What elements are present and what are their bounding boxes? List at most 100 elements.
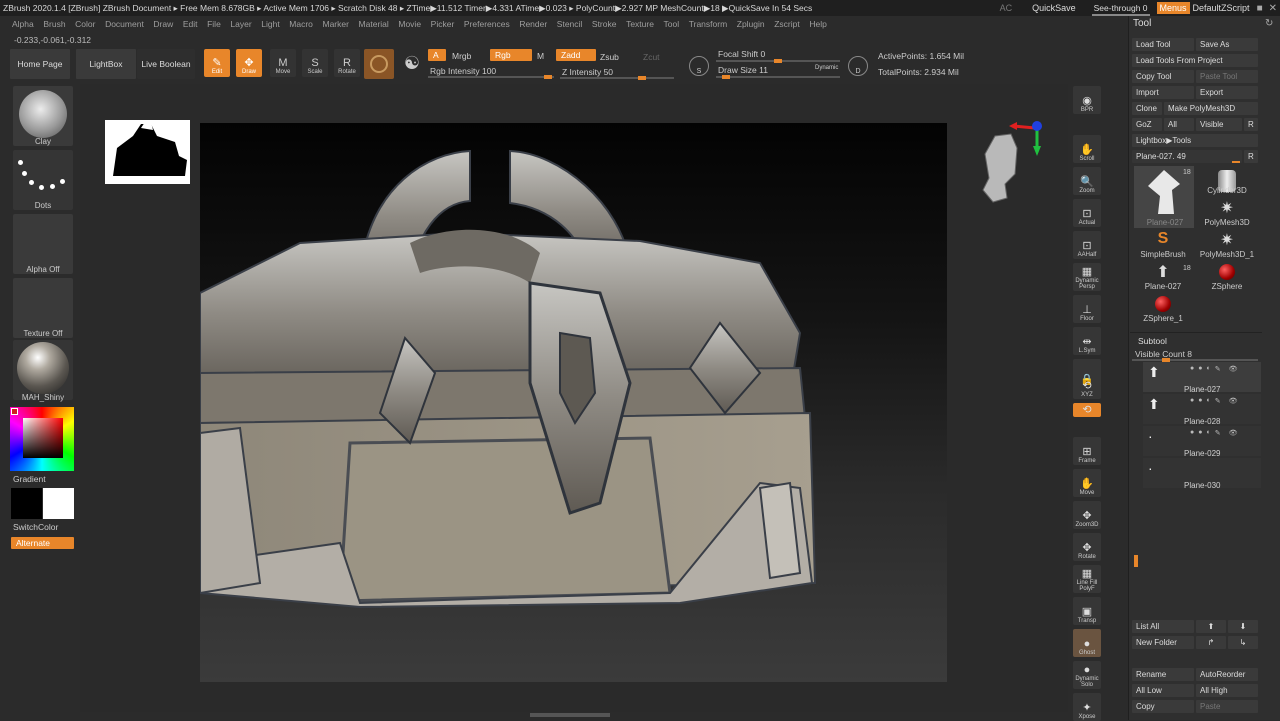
document-canvas[interactable] bbox=[199, 123, 947, 682]
copy-subtool-button[interactable]: Copy bbox=[1132, 700, 1194, 713]
list-all-button[interactable]: List All bbox=[1132, 620, 1194, 633]
right-tool-line-fill-polyf[interactable]: ▦ Line Fill PolyF bbox=[1073, 565, 1101, 593]
dynamic-mode-icon[interactable]: D bbox=[848, 56, 868, 76]
brush-dot-icon[interactable]: ● bbox=[1198, 397, 1202, 405]
menu-layer[interactable]: Layer bbox=[230, 19, 251, 29]
import-button[interactable]: Import bbox=[1132, 86, 1194, 99]
zsphere-icon[interactable] bbox=[1196, 264, 1258, 282]
menu-marker[interactable]: Marker bbox=[323, 19, 349, 29]
menu-stencil[interactable]: Stencil bbox=[557, 19, 583, 29]
bottom-tray-handle[interactable] bbox=[530, 713, 610, 717]
current-tool-slider-knob[interactable] bbox=[1232, 161, 1240, 163]
goz-r-button[interactable]: R bbox=[1244, 118, 1258, 131]
menu-zscript[interactable]: Zscript bbox=[774, 19, 800, 29]
menu-alpha[interactable]: Alpha bbox=[12, 19, 34, 29]
simplebrush-icon[interactable]: S bbox=[1132, 230, 1194, 248]
brush-dot-icon[interactable]: ● bbox=[1198, 365, 1202, 373]
all-low-button[interactable]: All Low bbox=[1132, 684, 1194, 697]
brush-thumbnail[interactable] bbox=[364, 49, 394, 79]
pencil-icon[interactable]: ✎ bbox=[1215, 397, 1221, 405]
live-boolean-button[interactable]: Live Boolean bbox=[137, 49, 195, 79]
right-tool-floor[interactable]: ⊥ Floor bbox=[1073, 295, 1101, 323]
lock-icon[interactable]: ◐ bbox=[1206, 429, 1210, 437]
current-tool-r-button[interactable]: R bbox=[1244, 150, 1258, 163]
main-color-swatch[interactable] bbox=[43, 488, 74, 519]
brush-dot-icon[interactable]: ● bbox=[1198, 429, 1202, 437]
menu-transform[interactable]: Transform bbox=[689, 19, 727, 29]
secondary-color-swatch[interactable] bbox=[11, 488, 42, 519]
dynamic-toggle[interactable]: Dynamic bbox=[815, 65, 838, 71]
menu-light[interactable]: Light bbox=[261, 19, 279, 29]
right-tool-dynamic-solo[interactable]: ● Dynamic Solo bbox=[1073, 661, 1101, 689]
right-tool-xyz[interactable]: ⟲ XYZ bbox=[1073, 380, 1101, 399]
menu-movie[interactable]: Movie bbox=[398, 19, 421, 29]
right-tool-move[interactable]: ✋ Move bbox=[1073, 469, 1101, 497]
right-tool-ghost[interactable]: ● Ghost bbox=[1073, 629, 1101, 657]
right-tool-actual[interactable]: ⊡ Actual bbox=[1073, 199, 1101, 227]
right-tool-bpr[interactable]: ◉ BPR bbox=[1073, 86, 1101, 114]
menus-toggle[interactable]: Menus bbox=[1156, 2, 1190, 14]
pencil-icon[interactable]: ✎ bbox=[1215, 365, 1221, 373]
right-tool-transp[interactable]: ▣ Transp bbox=[1073, 597, 1101, 625]
home-page-button[interactable]: Home Page bbox=[10, 49, 70, 79]
menu-brush[interactable]: Brush bbox=[43, 19, 65, 29]
load-tools-from-project-button[interactable]: Load Tools From Project bbox=[1132, 54, 1258, 67]
right-tool-zoom3d[interactable]: ✥ Zoom3D bbox=[1073, 501, 1101, 529]
menu-material[interactable]: Material bbox=[359, 19, 389, 29]
edit-button[interactable]: ✎ Edit bbox=[204, 49, 230, 77]
right-tool-scroll[interactable]: ✋ Scroll bbox=[1073, 135, 1101, 163]
paste-tool-button[interactable]: Paste Tool bbox=[1196, 70, 1258, 83]
visible-count-slider[interactable] bbox=[1132, 358, 1258, 362]
scale-button[interactable]: S Scale bbox=[302, 49, 328, 77]
move-up-arrow-icon[interactable]: ⬆ bbox=[1196, 620, 1226, 633]
quicksave-button[interactable]: QuickSave bbox=[1020, 3, 1088, 13]
lock-icon[interactable]: ◐ bbox=[1206, 365, 1210, 373]
menu-color[interactable]: Color bbox=[75, 19, 95, 29]
a-toggle[interactable]: A bbox=[428, 49, 446, 61]
right-tool-xpose[interactable]: ✦ Xpose bbox=[1073, 693, 1101, 721]
eye-icon[interactable]: 👁 bbox=[1229, 365, 1238, 373]
menu-render[interactable]: Render bbox=[519, 19, 547, 29]
menu-edit[interactable]: Edit bbox=[183, 19, 198, 29]
polymesh1-star-icon[interactable]: ✷ bbox=[1196, 230, 1258, 250]
zcut-toggle[interactable]: Zcut bbox=[643, 52, 660, 62]
right-tool-dynamic-persp[interactable]: ▦ Dynamic Persp bbox=[1073, 263, 1101, 291]
menu-file[interactable]: File bbox=[207, 19, 221, 29]
lazy-mouse-icon[interactable]: S bbox=[689, 56, 709, 76]
goz-button[interactable]: GoZ bbox=[1132, 118, 1162, 131]
menu-texture[interactable]: Texture bbox=[626, 19, 654, 29]
zsub-toggle[interactable]: Zsub bbox=[600, 52, 619, 62]
all-high-button[interactable]: All High bbox=[1196, 684, 1258, 697]
goz-visible-button[interactable]: Visible bbox=[1196, 118, 1242, 131]
color-picker-handle[interactable] bbox=[11, 408, 18, 415]
move-button[interactable]: M Move bbox=[270, 49, 296, 77]
m-toggle[interactable]: M bbox=[537, 51, 544, 61]
rename-button[interactable]: Rename bbox=[1132, 668, 1194, 681]
load-tool-button[interactable]: Load Tool bbox=[1132, 38, 1194, 51]
menu-help[interactable]: Help bbox=[809, 19, 826, 29]
make-polymesh-button[interactable]: Make PolyMesh3D bbox=[1164, 102, 1258, 115]
menu-document[interactable]: Document bbox=[105, 19, 144, 29]
close-icon[interactable]: ✕ bbox=[1266, 3, 1280, 14]
move-down-arrow-icon[interactable]: ⬇ bbox=[1228, 620, 1258, 633]
right-tool-aahalf[interactable]: ⊡ AAHalf bbox=[1073, 231, 1101, 259]
subtool-scrollbar[interactable] bbox=[1134, 555, 1138, 567]
save-as-button[interactable]: Save As bbox=[1196, 38, 1258, 51]
subtool-header[interactable]: Subtool bbox=[1138, 336, 1167, 346]
draw-size-slider[interactable] bbox=[716, 75, 840, 79]
gradient-label[interactable]: Gradient bbox=[13, 474, 46, 484]
lightbox-tools-button[interactable]: Lightbox▶Tools bbox=[1132, 134, 1258, 147]
brush-dot-icon[interactable]: ● bbox=[1190, 397, 1194, 405]
minimize-icon[interactable]: ■ bbox=[1254, 3, 1266, 14]
lightbox-button[interactable]: LightBox bbox=[76, 49, 136, 79]
brush-dot-icon[interactable]: ● bbox=[1190, 365, 1194, 373]
current-tool-slider[interactable]: Plane-027. 49 bbox=[1132, 150, 1242, 163]
stroke-thumbnail[interactable]: ☯ bbox=[398, 49, 426, 79]
new-folder-button[interactable]: New Folder bbox=[1132, 636, 1194, 649]
focal-shift-slider[interactable] bbox=[716, 59, 840, 63]
right-tool-zoom[interactable]: 🔍 Zoom bbox=[1073, 167, 1101, 195]
draw-button[interactable]: ✥ Draw bbox=[236, 49, 262, 77]
zadd-toggle[interactable]: Zadd bbox=[556, 49, 596, 61]
menu-macro[interactable]: Macro bbox=[289, 19, 313, 29]
menu-picker[interactable]: Picker bbox=[431, 19, 455, 29]
